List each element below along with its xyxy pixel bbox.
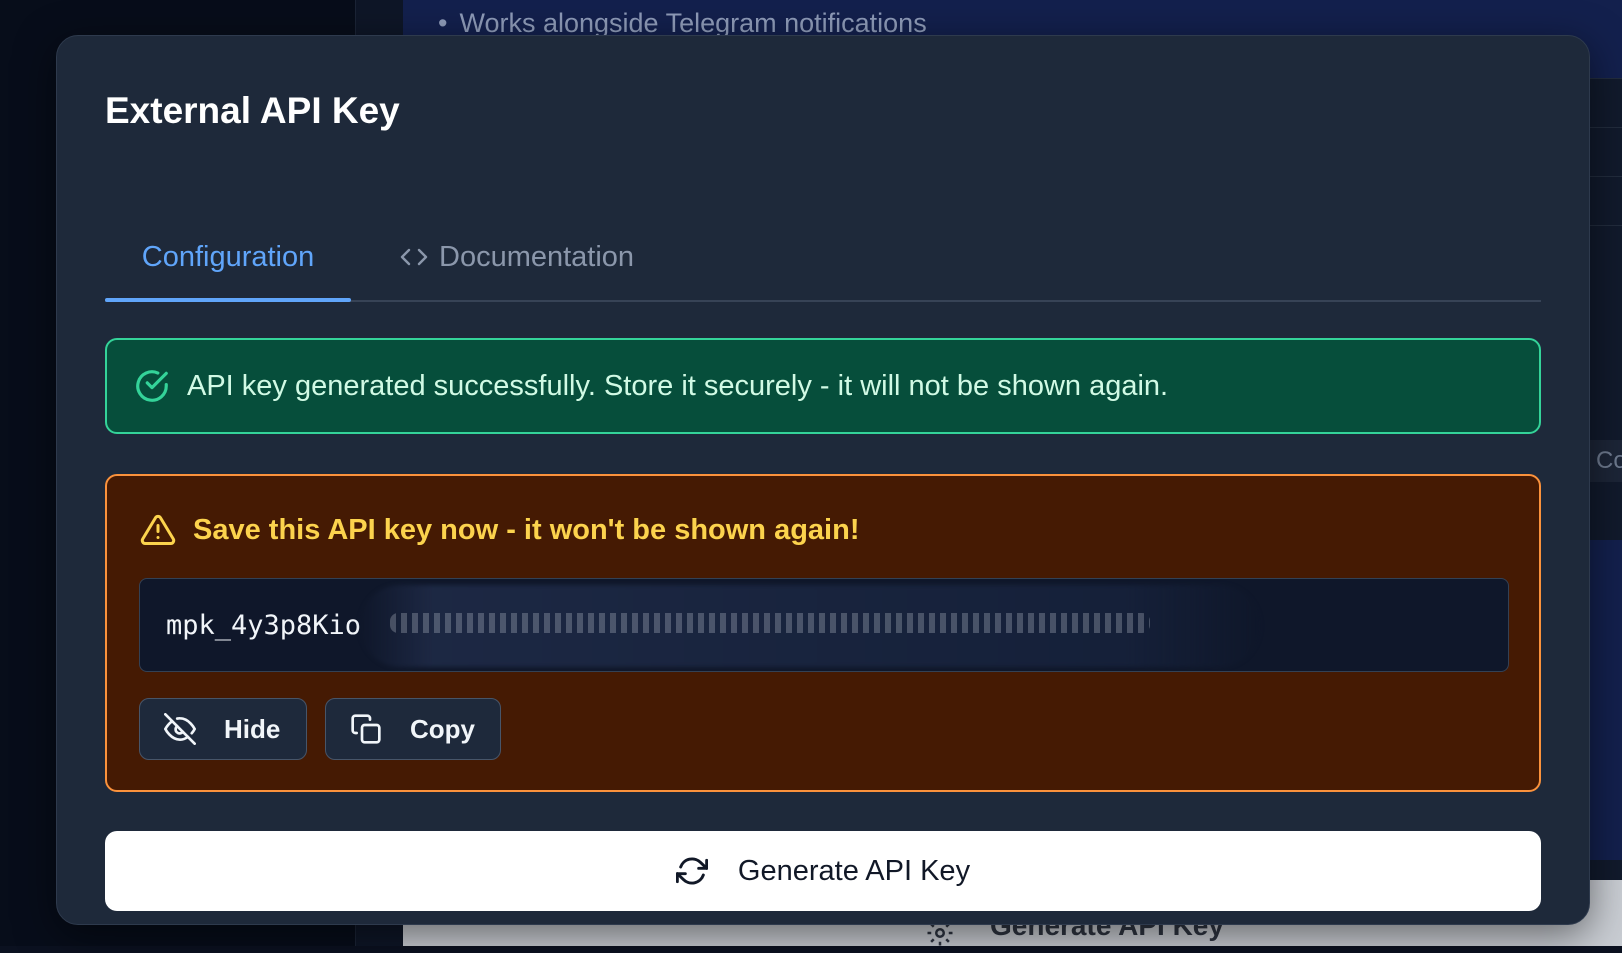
tab-documentation[interactable]: Documentation — [399, 214, 634, 300]
hide-key-label: Hide — [224, 713, 281, 744]
warning-header: Save this API key now - it won't be show… — [139, 512, 859, 548]
eye-off-icon — [164, 713, 196, 745]
warning-triangle-icon — [139, 512, 177, 548]
hide-key-button[interactable]: Hide — [139, 698, 307, 760]
warning-title: Save this API key now - it won't be show… — [193, 513, 860, 546]
generate-api-key-button[interactable]: Generate API Key — [105, 831, 1541, 911]
tab-documentation-label: Documentation — [439, 240, 635, 273]
code-icon — [399, 245, 429, 269]
api-key-redaction-texture — [390, 613, 1150, 633]
background-bullet-text: Works alongside Telegram notifications — [459, 8, 927, 38]
api-key-value: mpk_4y3p8Kio — [166, 609, 362, 641]
tab-configuration-label: Configuration — [141, 240, 315, 273]
success-alert: API key generated successfully. Store it… — [105, 338, 1541, 434]
background-rows — [1588, 78, 1622, 274]
copy-icon — [350, 713, 382, 745]
background-side-label: Co — [1596, 447, 1622, 474]
generate-api-key-label: Generate API Key — [737, 854, 971, 887]
refresh-icon — [675, 855, 708, 887]
tab-bar: Configuration Documentation — [105, 214, 1541, 302]
copy-key-button[interactable]: Copy — [325, 698, 501, 760]
copy-key-label: Copy — [410, 713, 475, 744]
success-message: API key generated successfully. Store it… — [187, 369, 1169, 402]
check-circle-icon — [133, 367, 171, 405]
api-key-modal: External API Key Configuration Documenta… — [56, 35, 1590, 925]
background-side-button: Co — [1590, 440, 1622, 482]
api-key-display[interactable]: mpk_4y3p8Kio — [139, 578, 1509, 672]
modal-title: External API Key — [105, 90, 400, 131]
background-side-panel — [1590, 540, 1622, 860]
tab-configuration[interactable]: Configuration — [105, 214, 351, 302]
warning-panel: Save this API key now - it won't be show… — [105, 474, 1541, 792]
